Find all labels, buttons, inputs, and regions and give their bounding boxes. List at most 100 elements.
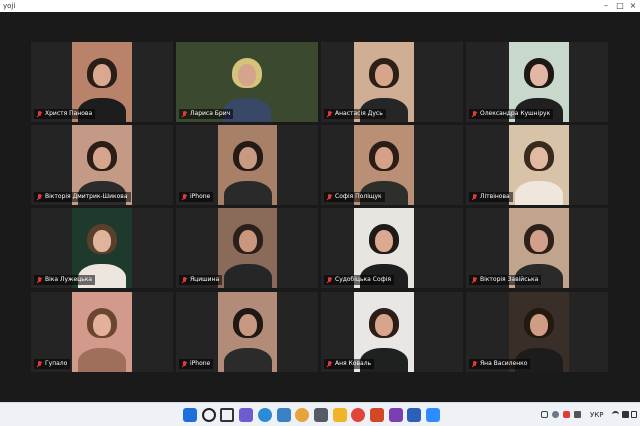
participant-face [93,230,111,252]
windows-taskbar: УКР [0,402,640,426]
participant-face [93,64,111,86]
muted-mic-icon [326,360,333,368]
participant-face [93,314,111,336]
search-icon[interactable] [201,408,216,422]
participant-face [238,314,257,336]
onenote-icon[interactable] [388,408,403,422]
participant-tile[interactable]: Аня Коваль [321,292,463,372]
muted-mic-icon [471,360,478,368]
participant-body [223,181,272,205]
participant-tile[interactable]: Судобіцька Софія [321,208,463,288]
zoom-icon[interactable] [426,408,441,422]
participant-face [238,230,257,252]
participant-name: Вікторія Завійська [480,276,539,283]
participant-tile[interactable]: Яна Василенко [466,292,608,372]
participant-nameplate: Анастасія Дусь [324,109,386,119]
photos-icon[interactable] [276,408,291,422]
edge-icon[interactable] [257,408,272,422]
participant-name: Віка Лужецька [45,276,93,283]
participant-name: iPhone [190,193,211,200]
participant-body [78,348,126,372]
muted-mic-icon [36,193,43,201]
participant-face [238,147,257,169]
participant-tile[interactable]: Яцишина [176,208,318,288]
participant-body [223,264,272,288]
muted-mic-icon [181,276,188,284]
wifi-icon[interactable] [612,411,619,418]
participant-face [530,64,548,86]
participant-name: Літвінова [480,193,510,200]
participant-name: iPhone [190,360,211,367]
calculator-icon[interactable] [313,408,328,422]
language-indicator[interactable]: УКР [590,407,603,423]
participant-nameplate: Віка Лужецька [34,275,96,285]
participant-nameplate: Літвінова [469,192,513,202]
participant-nameplate: iPhone [179,192,214,202]
file-explorer-icon[interactable] [332,408,347,422]
participant-face [375,64,393,86]
participant-name: Лариса Брич [190,110,231,117]
participant-face [93,147,111,169]
participant-tile[interactable]: Вікторія Дмитрик-Шикова [31,125,173,205]
participant-tile[interactable]: Лариса Брич [176,42,318,122]
gallery-view: Христя Панова Лариса Брич Анастасія Дусь Ол… [31,42,609,372]
zoom-meeting-window: yoji – □ × Христя Панова Лариса Брич Анаст… [0,0,640,402]
muted-mic-icon [36,276,43,284]
video-feed [509,125,569,205]
participant-face [530,314,548,336]
muted-mic-icon [36,110,43,118]
minimize-icon[interactable]: – [600,1,612,11]
participant-tile[interactable]: iPhone [176,292,318,372]
muted-mic-icon [471,110,478,118]
participant-name: Гупало [45,360,68,367]
participant-face [530,230,548,252]
participant-nameplate: Гупало [34,359,71,369]
participant-nameplate: Вікторія Завійська [469,275,542,285]
chrome-profile-icon[interactable] [351,408,366,422]
participant-tile[interactable]: Анастасія Дусь [321,42,463,122]
windows-start-icon[interactable] [183,408,197,422]
muted-mic-icon [181,193,188,201]
cloud-icon[interactable] [552,411,559,418]
participant-tile[interactable]: Софія Поліщук [321,125,463,205]
participant-tile[interactable]: Літвінова [466,125,608,205]
participant-body [515,181,563,205]
word-icon[interactable] [407,408,422,422]
muted-mic-icon [181,110,188,118]
participant-nameplate: Яцишина [179,275,223,285]
participant-tile[interactable]: Вікторія Завійська [466,208,608,288]
video-feed [218,125,277,205]
close-icon[interactable]: × [627,1,639,11]
participant-nameplate: Христя Панова [34,109,96,119]
participant-face [375,230,393,252]
participant-tile[interactable]: Христя Панова [31,42,173,122]
chevron-up-icon[interactable] [541,411,548,418]
participant-name: Яна Василенко [480,360,528,367]
participant-face [238,64,256,86]
camera-icon[interactable] [563,411,570,418]
participant-name: Судобіцька Софія [335,276,392,283]
participant-tile[interactable]: Віка Лужецька [31,208,173,288]
volume-icon[interactable] [622,411,629,418]
chat-icon[interactable] [239,408,254,422]
task-view-icon[interactable] [220,408,235,422]
maximize-icon[interactable]: □ [614,1,626,11]
powerpoint-icon[interactable] [370,408,384,422]
title-bar: yoji – □ × [0,0,640,12]
participant-nameplate: Аня Коваль [324,359,375,369]
window-title: yoji [3,2,16,10]
participant-nameplate: Олександра Кушнірук [469,109,554,119]
monitor-icon[interactable] [574,411,581,418]
participant-tile[interactable]: iPhone [176,125,318,205]
participant-face [375,314,393,336]
chrome-icon[interactable] [295,408,310,422]
muted-mic-icon [471,193,478,201]
participant-tile[interactable]: Олександра Кушнірук [466,42,608,122]
battery-icon[interactable] [631,411,637,418]
participant-nameplate: Лариса Брич [179,109,234,119]
participant-name: Яцишина [190,276,220,283]
participant-tile[interactable]: Гупало [31,292,173,372]
video-feed [218,208,277,288]
participant-body [223,348,272,372]
muted-mic-icon [471,276,478,284]
